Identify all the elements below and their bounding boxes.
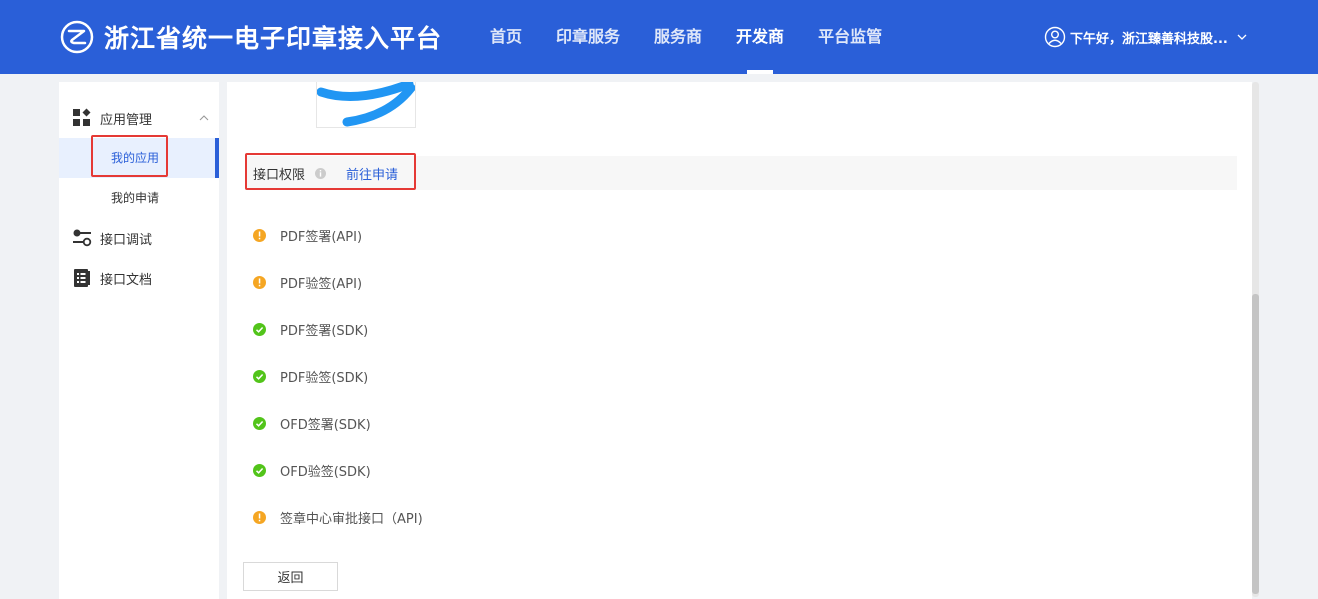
list-item: PDF验签(SDK) — [253, 353, 423, 400]
menu-app-management[interactable]: 应用管理 — [59, 98, 219, 138]
check-circle-icon — [253, 417, 266, 430]
top-header: 浙江省统一电子印章接入平台 首页 印章服务 服务商 开发商 平台监管 下午好，浙… — [0, 0, 1318, 74]
warning-icon — [253, 276, 266, 289]
sidebar-item-my-applications[interactable]: 我的申请 — [59, 178, 219, 218]
document-icon — [74, 269, 90, 287]
list-item: PDF签署(API) — [253, 212, 423, 259]
nav-seal-service[interactable]: 印章服务 — [539, 0, 637, 74]
user-greeting: 下午好，浙江臻善科技股... — [1070, 31, 1228, 47]
menu-label: 接口文档 — [100, 272, 153, 288]
permission-list: PDF签署(API) PDF验签(API) PDF签署(SDK) PDF验签(S… — [253, 212, 423, 541]
logo[interactable]: 浙江省统一电子印章接入平台 — [60, 19, 442, 55]
user-avatar-icon — [1044, 26, 1066, 48]
permission-name: OFD验签(SDK) — [280, 465, 371, 480]
menu-label: 应用管理 — [100, 112, 153, 128]
nav-service-provider[interactable]: 服务商 — [637, 0, 719, 74]
main-nav: 首页 印章服务 服务商 开发商 平台监管 — [473, 0, 899, 74]
chevron-up-icon — [199, 115, 209, 121]
debug-toggle-icon — [73, 229, 92, 247]
permission-name: PDF签署(SDK) — [280, 324, 369, 339]
list-item: OFD签署(SDK) — [253, 400, 423, 447]
nav-platform-supervision[interactable]: 平台监管 — [801, 0, 899, 74]
permission-name: PDF验签(SDK) — [280, 371, 369, 386]
menu-api-docs[interactable]: 接口文档 — [59, 258, 219, 298]
permission-name: 签章中心审批接口（API) — [280, 512, 423, 527]
permission-name: PDF签署(API) — [280, 230, 363, 245]
check-circle-icon — [253, 370, 266, 383]
back-button[interactable]: 返回 — [243, 562, 338, 591]
chevron-down-icon — [1237, 34, 1247, 40]
list-item: PDF签署(SDK) — [253, 306, 423, 353]
check-circle-icon — [253, 323, 266, 336]
app-title: 浙江省统一电子印章接入平台 — [104, 24, 443, 53]
warning-icon — [253, 229, 266, 242]
menu-api-debug[interactable]: 接口调试 — [59, 218, 219, 258]
nav-developer[interactable]: 开发商 — [719, 0, 801, 74]
warning-icon — [253, 511, 266, 524]
app-grid-icon — [73, 108, 91, 126]
sidebar-item-my-apps[interactable]: 我的应用 — [59, 138, 219, 178]
permission-title: 接口权限 — [253, 167, 306, 183]
list-item: PDF验签(API) — [253, 259, 423, 306]
nav-home[interactable]: 首页 — [473, 0, 539, 74]
main-content: 接口权限 前往申请 PDF签署(API) PDF验签(API) PDF签署(SD… — [227, 82, 1252, 599]
scrollbar-thumb[interactable] — [1252, 294, 1259, 594]
user-menu[interactable]: 下午好，浙江臻善科技股... — [1044, 0, 1248, 74]
permission-header: 接口权限 前往申请 — [245, 156, 1237, 190]
platform-logo-icon — [60, 20, 94, 54]
apply-link[interactable]: 前往申请 — [346, 164, 398, 183]
menu-label: 接口调试 — [100, 232, 153, 248]
list-item: 签章中心审批接口（API) — [253, 494, 423, 541]
check-circle-icon — [253, 464, 266, 477]
list-item: OFD验签(SDK) — [253, 447, 423, 494]
permission-name: OFD签署(SDK) — [280, 418, 371, 433]
app-logo-image — [316, 82, 416, 128]
info-icon[interactable] — [315, 167, 327, 179]
permission-name: PDF验签(API) — [280, 277, 363, 292]
sidebar: 应用管理 我的应用 我的申请 接口调试 接口文档 — [59, 82, 219, 599]
app-logo-graphic — [317, 82, 415, 127]
